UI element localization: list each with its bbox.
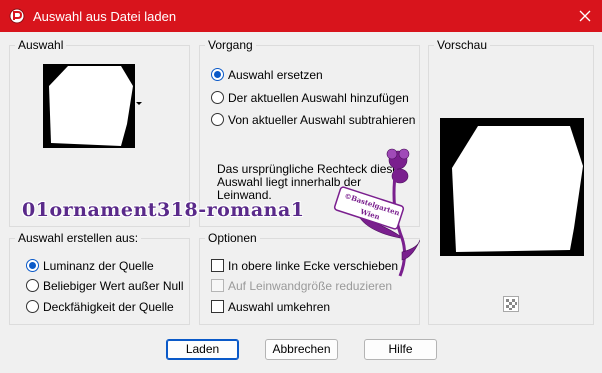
checkbox[interactable]: [211, 300, 224, 313]
radio-button[interactable]: [211, 91, 224, 104]
radio-button[interactable]: [211, 113, 224, 126]
vorschau-group: Vorschau: [428, 38, 594, 325]
checkbox-label: Auf Leinwandgröße reduzieren: [228, 279, 393, 293]
load-button[interactable]: Laden: [166, 339, 239, 360]
checkbox[interactable]: [211, 279, 224, 292]
radio-label: Beliebiger Wert außer Null: [43, 279, 184, 293]
app-icon: [9, 8, 25, 24]
selection-thumbnail[interactable]: [43, 64, 135, 148]
thumbnail-dropdown-arrow-icon[interactable]: [136, 102, 142, 105]
radio-button[interactable]: [26, 300, 39, 313]
erstellen-group: Auswahl erstellen aus: Luminanz der Quel…: [9, 231, 190, 325]
close-button[interactable]: [568, 0, 602, 32]
title-bar: Auswahl aus Datei laden: [0, 0, 602, 32]
selection-shape-preview: [452, 126, 583, 252]
radio-label: Deckfähigkeit der Quelle: [43, 300, 174, 314]
optionen-group-label: Optionen: [205, 231, 260, 245]
radio-button[interactable]: [211, 68, 224, 81]
radio-label: Der aktuellen Auswahl hinzufügen: [228, 91, 409, 105]
radio-button[interactable]: [26, 259, 39, 272]
radio-label: Luminanz der Quelle: [43, 259, 154, 273]
transparency-checker-icon[interactable]: [503, 296, 519, 312]
radio-label: Auswahl ersetzen: [228, 68, 323, 82]
vorgang-group-label: Vorgang: [205, 38, 256, 52]
preview-canvas: [440, 118, 584, 256]
radio-label: Von aktueller Auswahl subtrahieren: [228, 113, 416, 127]
watermark-ornament: ©Bastelgarten Wien: [333, 148, 420, 277]
help-button[interactable]: Hilfe: [364, 339, 437, 360]
close-icon: [579, 10, 591, 22]
checkbox[interactable]: [211, 259, 224, 272]
radio-button[interactable]: [26, 279, 39, 292]
selection-shape-thumbnail: [43, 64, 135, 148]
erstellen-group-label: Auswahl erstellen aus:: [15, 231, 142, 245]
vorschau-group-label: Vorschau: [434, 38, 491, 52]
window-title: Auswahl aus Datei laden: [33, 9, 177, 24]
cancel-button[interactable]: Abbrechen: [265, 339, 338, 360]
auswahl-group-label: Auswahl: [15, 38, 67, 52]
watermark-text: 01ornament318-romana1: [22, 199, 305, 221]
checkbox-label: Auswahl umkehren: [228, 300, 331, 314]
